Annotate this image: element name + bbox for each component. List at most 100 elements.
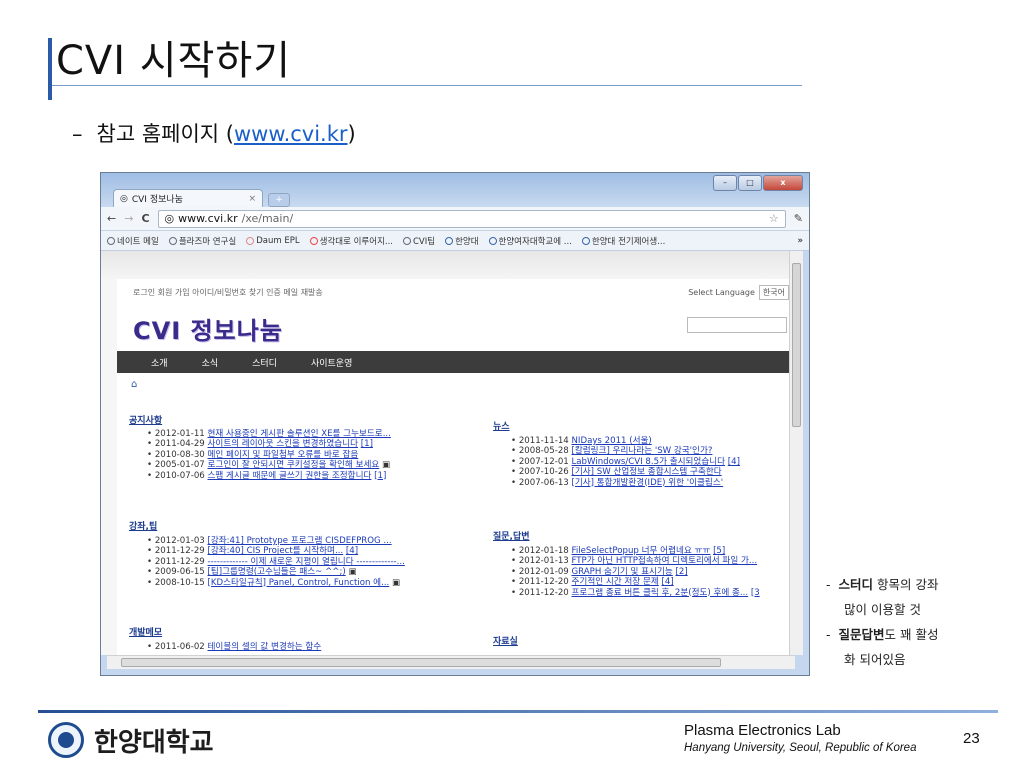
bookmark-item[interactable]: 한양대 전기제어생... bbox=[581, 235, 665, 247]
footer-divider bbox=[38, 710, 998, 713]
list-item[interactable]: 2007-06-13 [기사] 통합개발환경(IDE) 위한 '이클립스' bbox=[511, 478, 740, 488]
url-input[interactable]: ◎ www.cvi.kr/xe/main/ ☆ bbox=[157, 209, 786, 228]
list-item[interactable]: 2011-12-20 프로그램 종료 버튼 클릭 후, 2분(정도) 후에 종.… bbox=[511, 588, 760, 598]
list-item[interactable]: 2008-05-28 [칼럼링크] 우리나라는 'SW 강국'인가? bbox=[511, 446, 740, 456]
lab-name: Plasma Electronics Lab bbox=[684, 722, 841, 739]
list-item[interactable]: 2007-10-26 [기사] SW 산업정보 종합시스템 구축한다 bbox=[511, 467, 740, 477]
site-search-input[interactable] bbox=[687, 317, 787, 333]
web-page: 로그인 회원 가입 아이디/비밀번호 찾기 인증 메일 재발송 Select L… bbox=[117, 279, 793, 655]
menu-item-study[interactable]: 스터디 bbox=[252, 356, 277, 369]
bookmark-item[interactable]: CVI팁 bbox=[403, 235, 435, 247]
lecture-list: 2012-01-03 [강좌:41] Prototype 프로그램 CISDEF… bbox=[147, 536, 405, 588]
list-item[interactable]: 2007-12-01 LabWindows/CVI 8.5가 출시되었습니다 [… bbox=[511, 457, 740, 467]
close-icon[interactable]: × bbox=[248, 194, 256, 204]
slide: CVI 시작하기 – 참고 홈페이지 (www.cvi.kr) ◎ CVI 정보나… bbox=[0, 0, 1024, 768]
news-list: 2011-11-14 NIDays 2011 (서울) 2008-05-28 [… bbox=[511, 436, 740, 488]
list-item[interactable]: 2011-12-29 ------------- 이제 새로운 지평이 열립니다… bbox=[147, 557, 405, 567]
page-number: 23 bbox=[963, 730, 980, 747]
bookmark-item[interactable]: 한양대 bbox=[445, 235, 479, 247]
list-item[interactable]: 2011-04-29 사이트의 레이아웃 스킨을 변경하였습니다 [1] bbox=[147, 439, 391, 449]
site-logo[interactable]: CVI 정보나눔 bbox=[133, 311, 283, 346]
wrench-icon[interactable]: ✎ bbox=[794, 212, 803, 225]
globe-icon: ◎ bbox=[120, 193, 128, 204]
heart-icon bbox=[309, 236, 318, 245]
top-links[interactable]: 로그인 회원 가입 아이디/비밀번호 찾기 인증 메일 재발송 bbox=[133, 287, 323, 298]
menu-item-news[interactable]: 소식 bbox=[202, 356, 219, 369]
window-close-button[interactable]: x bbox=[763, 175, 803, 191]
minimize-button[interactable]: – bbox=[713, 175, 737, 191]
maximize-button[interactable]: □ bbox=[738, 175, 762, 191]
list-item[interactable]: 2012-01-18 FileSelectPopup 너무 어렵네요 ㅠㅠ [5… bbox=[511, 546, 760, 556]
note-item: - 스터디 항목의 강좌 bbox=[826, 577, 939, 592]
forward-icon[interactable]: → bbox=[124, 212, 133, 225]
section-title-news[interactable]: 뉴스 bbox=[493, 419, 510, 432]
bullet-dash: – bbox=[72, 122, 83, 146]
list-item[interactable]: 2005-01-07 로그인이 잘 안되시면 쿠키설정을 확인해 보세요 ▣ bbox=[147, 460, 391, 470]
menu-item-intro[interactable]: 소개 bbox=[151, 356, 168, 369]
back-icon[interactable]: ← bbox=[107, 212, 116, 225]
title-divider bbox=[52, 85, 802, 86]
attachment-icon: ▣ bbox=[392, 577, 401, 588]
list-item[interactable]: 2008-10-15 [KD스타일규칙] Panel, Control, Fun… bbox=[147, 578, 405, 588]
bookmarks-bar: 네이트 메일 플라즈마 연구실 Daum EPL 생각대로 이루어지... CV… bbox=[101, 231, 809, 251]
bullet-text: 참고 홈페이지 ( bbox=[96, 122, 234, 146]
language-select[interactable]: 한국어 bbox=[758, 285, 789, 300]
list-item[interactable]: 2011-11-14 NIDays 2011 (서울) bbox=[511, 436, 740, 446]
horizontal-scroll-thumb[interactable] bbox=[121, 658, 721, 667]
hanyang-icon bbox=[581, 236, 590, 245]
horizontal-scrollbar[interactable] bbox=[107, 655, 795, 669]
web-page-viewport: 로그인 회원 가입 아이디/비밀번호 찾기 인증 메일 재발송 Select L… bbox=[101, 251, 793, 655]
university-emblem-icon bbox=[48, 722, 84, 758]
star-icon[interactable]: ☆ bbox=[769, 212, 779, 225]
section-title-archive[interactable]: 자료실 bbox=[493, 634, 518, 647]
lab-affiliation: Hanyang University, Seoul, Republic of K… bbox=[684, 742, 917, 754]
section-title-devmemo[interactable]: 개발메모 bbox=[129, 625, 162, 638]
bookmark-item[interactable]: 생각대로 이루어지... bbox=[309, 235, 393, 247]
browser-tab[interactable]: ◎ CVI 정보나눔 × bbox=[113, 189, 263, 207]
new-tab-button[interactable]: + bbox=[268, 193, 290, 207]
list-item[interactable]: 2011-12-29 [강좌:40] CIS Project를 시작하며... … bbox=[147, 546, 405, 556]
reload-icon[interactable]: C bbox=[141, 212, 149, 225]
attachment-icon: ▣ bbox=[348, 567, 357, 578]
globe-icon bbox=[403, 236, 411, 245]
browser-screenshot: ◎ CVI 정보나눔 × + – □ x ← → C ◎ www.cvi.kr /… bbox=[100, 172, 810, 676]
list-item[interactable]: 2012-01-09 GRAPH 숨기기 및 표시기능 [2] bbox=[511, 567, 760, 577]
section-title-lecture[interactable]: 강좌,팁 bbox=[129, 519, 157, 532]
list-item[interactable]: 2012-01-11 현재 사용중인 게시판 솔루션인 XE를 그누보드로... bbox=[147, 429, 391, 439]
bookmark-item[interactable]: 네이트 메일 bbox=[107, 235, 159, 247]
vertical-scrollbar[interactable] bbox=[789, 251, 803, 655]
bookmark-item[interactable]: 플라즈마 연구실 bbox=[168, 235, 236, 247]
window-controls: – □ x bbox=[713, 175, 803, 191]
list-item[interactable]: 2009-06-15 [팁]그룹명령(고수님들은 패스~ ^^;) ▣ bbox=[147, 567, 405, 577]
language-label: Select Language bbox=[688, 288, 755, 297]
list-item[interactable]: 2011-12-20 주기적인 시간 저장 문제 [4] bbox=[511, 577, 760, 587]
hanyang-icon bbox=[488, 236, 497, 245]
title-accent-bar bbox=[48, 38, 52, 100]
tab-title: CVI 정보나눔 bbox=[131, 195, 183, 205]
note-item-cont: 많이 이용할 것 bbox=[844, 602, 921, 617]
globe-icon bbox=[168, 236, 177, 245]
note-item-cont: 화 되어있음 bbox=[844, 652, 906, 667]
list-item[interactable]: 2010-07-06 스팸 게시글 때문에 글쓰기 권한을 조정합니다 [1] bbox=[147, 471, 391, 481]
section-title-notice[interactable]: 공지사항 bbox=[129, 413, 162, 426]
list-item[interactable]: 2012-01-03 [강좌:41] Prototype 프로그램 CISDEF… bbox=[147, 536, 405, 546]
slide-title: CVI 시작하기 bbox=[56, 38, 292, 84]
devmemo-list: 2011-06-02 테이블의 셀의 값 변경하는 함수 bbox=[147, 642, 321, 652]
home-icon[interactable]: ⌂ bbox=[131, 379, 137, 390]
address-toolbar: ← → C ◎ www.cvi.kr/xe/main/ ☆ ✎ bbox=[101, 207, 809, 231]
globe-icon: ◎ bbox=[164, 212, 175, 225]
list-item[interactable]: 2010-08-30 메인 페이지 및 파일첨부 오류를 바로 잡음 bbox=[147, 450, 391, 460]
bookmark-item[interactable]: Daum EPL bbox=[246, 236, 300, 246]
bookmarks-more-icon[interactable]: » bbox=[798, 236, 804, 246]
reference-link[interactable]: www.cvi.kr bbox=[234, 122, 348, 146]
vertical-scroll-thumb[interactable] bbox=[792, 263, 801, 427]
bullet-reference: – 참고 홈페이지 (www.cvi.kr) bbox=[72, 118, 356, 148]
qna-list: 2012-01-18 FileSelectPopup 너무 어렵네요 ㅠㅠ [5… bbox=[511, 546, 760, 598]
list-item[interactable]: 2012-01-13 FTP가 아닌 HTTP접속하여 디렉토리에서 파일 가.… bbox=[511, 556, 760, 566]
menu-item-admin[interactable]: 사이트운영 bbox=[311, 356, 352, 369]
list-item[interactable]: 2011-06-02 테이블의 셀의 값 변경하는 함수 bbox=[147, 642, 321, 652]
section-title-qna[interactable]: 질문,답변 bbox=[493, 529, 530, 542]
bookmark-item[interactable]: 한양여자대학교에 ... bbox=[488, 235, 572, 247]
bullet-text-end: ) bbox=[347, 122, 356, 146]
note-item: - 질문답변도 꽤 활성 bbox=[826, 627, 939, 642]
